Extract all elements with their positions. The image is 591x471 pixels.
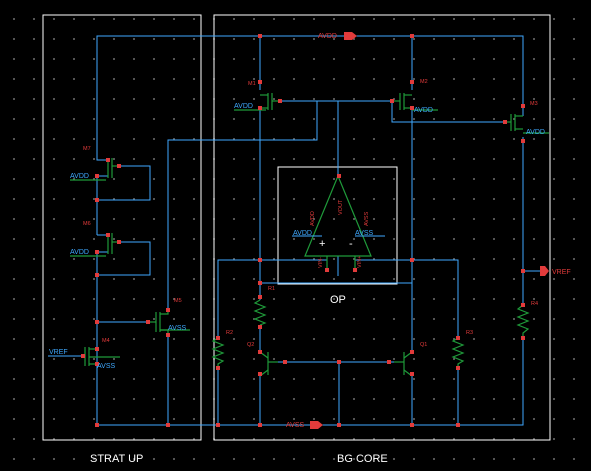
op-avss-pin-label: AVSS xyxy=(355,230,373,237)
m4-bulk-label: AVSS xyxy=(97,363,115,370)
m7-bulk-label: AVDD xyxy=(70,173,89,180)
opamp-block-label: OP xyxy=(330,294,346,306)
r3-resistor xyxy=(451,337,465,368)
m1-label: M1 xyxy=(248,81,256,87)
m5-bulk-label: AVSS xyxy=(168,325,186,332)
gate-bus-m3 xyxy=(391,101,505,123)
m1-bulk-label: AVDD xyxy=(234,103,253,110)
q2-label: Q2 xyxy=(247,342,254,348)
m7-label: M7 xyxy=(83,146,91,152)
vref-port-symbol xyxy=(540,266,549,276)
m3-bulk-label: AVDD xyxy=(526,129,545,136)
m6-label: M6 xyxy=(83,221,91,227)
m2-bulk-label: AVDD xyxy=(414,107,433,114)
avdd-rail xyxy=(96,35,524,116)
m2-label: M2 xyxy=(420,79,428,85)
op-vinn-wire xyxy=(217,259,328,338)
vref-input-label: VREF xyxy=(49,349,68,356)
r1-resistor xyxy=(253,299,267,326)
startup-frame xyxy=(42,14,202,441)
r4-label: R4 xyxy=(531,301,538,307)
avss-rail-label: AVSS xyxy=(286,422,304,429)
op-vinp-label: VIN+ xyxy=(357,256,363,268)
text-labels: AVDD AVSS VREF VREF M1 M2 M3 M7 M6 M5 M4… xyxy=(49,33,571,465)
r2-label: R2 xyxy=(226,330,233,336)
r4-resistor xyxy=(516,304,530,338)
vref-output-label: VREF xyxy=(552,269,571,276)
block-frames xyxy=(42,14,551,441)
m7-feedback xyxy=(97,165,151,201)
q1-bjt xyxy=(394,351,413,377)
r3-label: R3 xyxy=(466,330,473,336)
wire xyxy=(96,107,108,161)
r1-label: R1 xyxy=(268,286,275,292)
m4-label: M4 xyxy=(102,338,110,344)
schematic-canvas: AVDD AVSS VREF VREF M1 M2 M3 M7 M6 M5 M4… xyxy=(0,0,591,471)
op-avdd-pin-label: AVDD xyxy=(293,230,312,237)
core-frame xyxy=(213,14,551,441)
wire xyxy=(96,175,108,235)
m6-bulk-label: AVDD xyxy=(70,249,89,256)
opamp-symbol xyxy=(292,174,385,270)
op-vinn-label: VIN- xyxy=(318,257,324,268)
m5-label: M5 xyxy=(174,298,182,304)
avdd-rail-label: AVDD xyxy=(318,33,337,40)
wire xyxy=(96,251,108,330)
op-vout-label: VOUT xyxy=(338,199,344,215)
avss-rail xyxy=(96,296,524,426)
avss-rail-symbol xyxy=(310,421,323,429)
m3-label: M3 xyxy=(530,101,538,107)
startup-gate-wire xyxy=(167,101,318,310)
q1-label: Q1 xyxy=(420,342,427,348)
q2-bjt xyxy=(259,351,278,377)
op-plus-sign: + xyxy=(319,238,325,250)
core-block-label: BG CORE xyxy=(337,453,388,465)
supply-symbols xyxy=(310,32,549,429)
avdd-rail-symbol xyxy=(344,32,357,40)
op-vinp-wire xyxy=(354,259,459,338)
op-avdd-rot-label: AVDD xyxy=(310,211,316,226)
op-avss-rot-label: AVSS xyxy=(364,211,370,226)
op-minus-sign: - xyxy=(349,238,353,250)
m6-feedback xyxy=(97,241,151,276)
startup-block-label: STRAT UP xyxy=(90,453,143,465)
bandgap-schematic: AVDD AVSS VREF VREF M1 M2 M3 M7 M6 M5 M4… xyxy=(42,14,571,465)
